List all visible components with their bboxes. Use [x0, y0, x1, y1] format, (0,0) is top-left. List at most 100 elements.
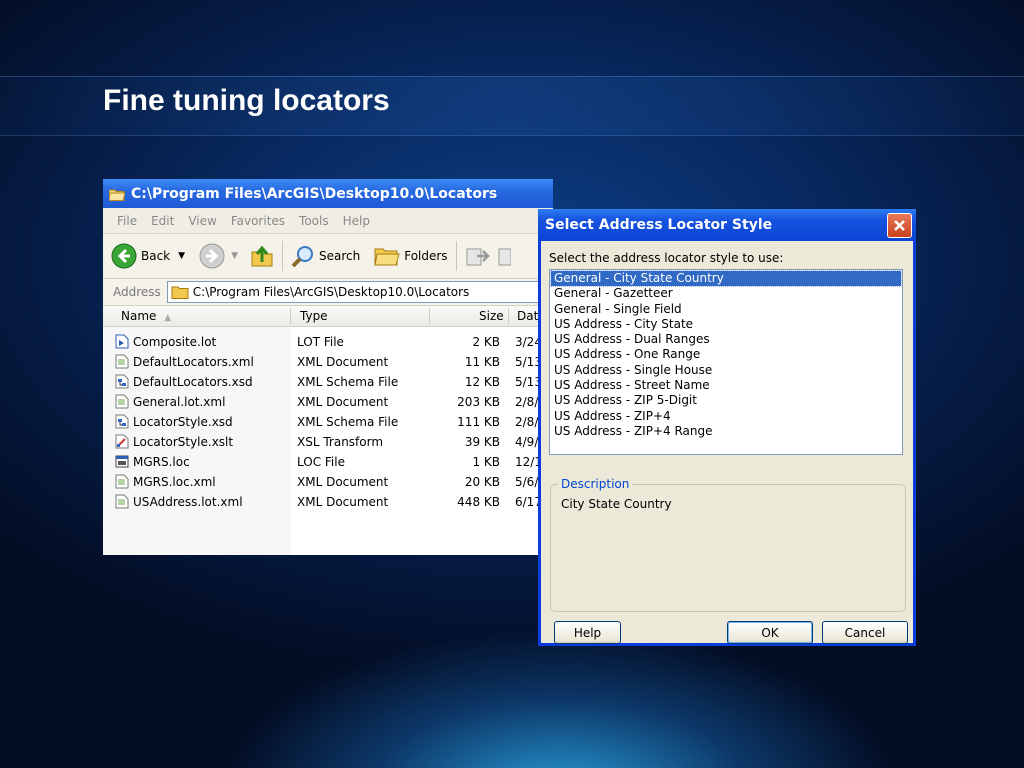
dialog-title: Select Address Locator Style	[545, 217, 773, 233]
file-type: XML Schema File	[297, 415, 399, 429]
file-date: 4/9/	[515, 435, 539, 449]
menu-favorites[interactable]: Favorites	[231, 214, 285, 228]
file-row[interactable]: General.lot.xml XML Document 203 KB 2/8/	[103, 392, 553, 412]
up-folder-button[interactable]	[250, 244, 274, 268]
file-date: 2/8/	[515, 415, 539, 429]
style-list-item[interactable]: General - Single Field	[550, 302, 902, 317]
back-button[interactable]: Back ▼	[111, 243, 185, 269]
toolbar-separator	[281, 241, 283, 271]
explorer-titlebar[interactable]: C:\Program Files\ArcGIS\Desktop10.0\Loca…	[103, 179, 553, 208]
style-list-item[interactable]: US Address - Single House	[550, 363, 902, 378]
file-row[interactable]: MGRS.loc LOC File 1 KB 12/1	[103, 452, 553, 472]
style-listbox[interactable]: General - City State Country General - Ga…	[549, 269, 903, 455]
file-type: XML Schema File	[297, 375, 399, 389]
file-size: 1 KB	[472, 455, 500, 469]
file-name-cell: DefaultLocators.xsd	[115, 374, 253, 389]
file-type: XML Document	[297, 475, 389, 489]
xslt-file-icon	[115, 434, 129, 449]
style-list-item[interactable]: US Address - One Range	[550, 347, 902, 362]
column-divider[interactable]	[290, 308, 291, 324]
chevron-down-icon[interactable]: ▼	[231, 251, 238, 261]
dialog-body: Select the address locator style to use:…	[541, 241, 913, 644]
menu-edit[interactable]: Edit	[151, 214, 174, 228]
toolbar: Back ▼ ▼ Search Folders	[103, 234, 553, 279]
style-list-item[interactable]: US Address - ZIP+4 Range	[550, 424, 902, 439]
forward-button[interactable]: ▼	[199, 243, 238, 269]
column-name[interactable]: Name ▲	[121, 309, 171, 323]
forward-arrow-icon	[199, 243, 225, 269]
column-date[interactable]: Dat	[517, 309, 538, 323]
description-label: Description	[558, 477, 633, 491]
address-field[interactable]: C:\Program Files\ArcGIS\Desktop10.0\Loca…	[166, 281, 553, 303]
column-size[interactable]: Size	[479, 309, 504, 323]
file-size: 12 KB	[464, 375, 500, 389]
file-name: USAddress.lot.xml	[133, 494, 243, 509]
file-name: Composite.lot	[133, 334, 217, 349]
menu-file[interactable]: File	[117, 214, 137, 228]
file-name: General.lot.xml	[133, 394, 226, 409]
style-list-item[interactable]: US Address - Street Name	[550, 378, 902, 393]
column-header: Name ▲ Type Size Dat	[103, 306, 553, 327]
style-list-item[interactable]: General - City State Country	[550, 269, 902, 288]
file-name-cell: LocatorStyle.xsd	[115, 414, 233, 429]
chevron-down-icon[interactable]: ▼	[178, 251, 185, 261]
file-type: XML Document	[297, 395, 389, 409]
lot-file-icon	[115, 334, 129, 349]
close-icon	[894, 219, 905, 231]
file-row[interactable]: MGRS.loc.xml XML Document 20 KB 5/6/	[103, 472, 553, 492]
locator-style-dialog: Select Address Locator Style Select the …	[538, 209, 916, 646]
address-label: Address	[113, 285, 161, 299]
file-date: 2/8/	[515, 395, 539, 409]
file-list: Name ▲ Type Size Dat Composite.lot LOT Fi…	[103, 306, 553, 555]
file-name-cell: LocatorStyle.xslt	[115, 434, 233, 449]
file-name-cell: MGRS.loc.xml	[115, 474, 216, 489]
folder-icon	[171, 286, 189, 299]
file-row[interactable]: USAddress.lot.xml XML Document 448 KB 6/17	[103, 492, 553, 512]
close-button[interactable]	[887, 212, 912, 238]
file-row[interactable]: LocatorStyle.xsd XML Schema File 111 KB 2/8…	[103, 412, 553, 432]
address-value: C:\Program Files\ArcGIS\Desktop10.0\Loca…	[192, 285, 470, 299]
dialog-prompt: Select the address locator style to use:	[549, 251, 784, 265]
description-groupbox: Description City State Country	[550, 477, 906, 612]
explorer-window: C:\Program Files\ArcGIS\Desktop10.0\Loca…	[103, 179, 553, 555]
file-row[interactable]: DefaultLocators.xml XML Document 11 KB 5/13	[103, 352, 553, 372]
style-list-item[interactable]: US Address - City State	[550, 317, 902, 332]
xml-file-icon	[115, 494, 129, 509]
xsd-file-icon	[115, 374, 129, 389]
search-label: Search	[318, 249, 361, 263]
style-list-item[interactable]: US Address - ZIP 5-Digit	[550, 393, 902, 408]
toolbar-separator	[455, 241, 457, 271]
sort-up-icon: ▲	[164, 313, 172, 323]
cancel-button[interactable]: Cancel	[822, 621, 908, 644]
file-size: 2 KB	[472, 335, 500, 349]
file-name: MGRS.loc.xml	[133, 474, 216, 489]
file-size: 203 KB	[457, 395, 500, 409]
style-list-item[interactable]: General - Gazetteer	[550, 286, 902, 301]
file-row[interactable]: LocatorStyle.xslt XSL Transform 39 KB 4/9/	[103, 432, 553, 452]
menu-tools[interactable]: Tools	[299, 214, 329, 228]
ok-button[interactable]: OK	[727, 621, 813, 644]
file-type: XML Document	[297, 355, 389, 369]
back-arrow-icon	[111, 243, 137, 269]
copy-to-icon[interactable]	[497, 244, 511, 268]
help-button[interactable]: Help	[554, 621, 621, 644]
folders-label: Folders	[404, 249, 448, 263]
style-list-item[interactable]: US Address - Dual Ranges	[550, 332, 902, 347]
column-divider[interactable]	[508, 308, 509, 324]
search-button[interactable]: Search	[291, 244, 360, 268]
style-list-item[interactable]: US Address - ZIP+4	[550, 409, 902, 424]
menu-view[interactable]: View	[188, 214, 216, 228]
dialog-titlebar[interactable]: Select Address Locator Style	[538, 209, 916, 241]
file-row[interactable]: Composite.lot LOT File 2 KB 3/24	[103, 332, 553, 352]
column-type[interactable]: Type	[300, 309, 328, 323]
menu-help[interactable]: Help	[343, 214, 370, 228]
file-type: LOC File	[297, 455, 345, 469]
folders-button[interactable]: Folders	[374, 245, 448, 267]
file-row[interactable]: DefaultLocators.xsd XML Schema File 12 KB 5…	[103, 372, 553, 392]
file-name: DefaultLocators.xsd	[133, 374, 253, 389]
column-divider[interactable]	[429, 308, 430, 324]
description-text: City State Country	[561, 497, 672, 511]
move-to-button[interactable]	[465, 244, 511, 268]
file-name-cell: USAddress.lot.xml	[115, 494, 243, 509]
xsd-file-icon	[115, 414, 129, 429]
